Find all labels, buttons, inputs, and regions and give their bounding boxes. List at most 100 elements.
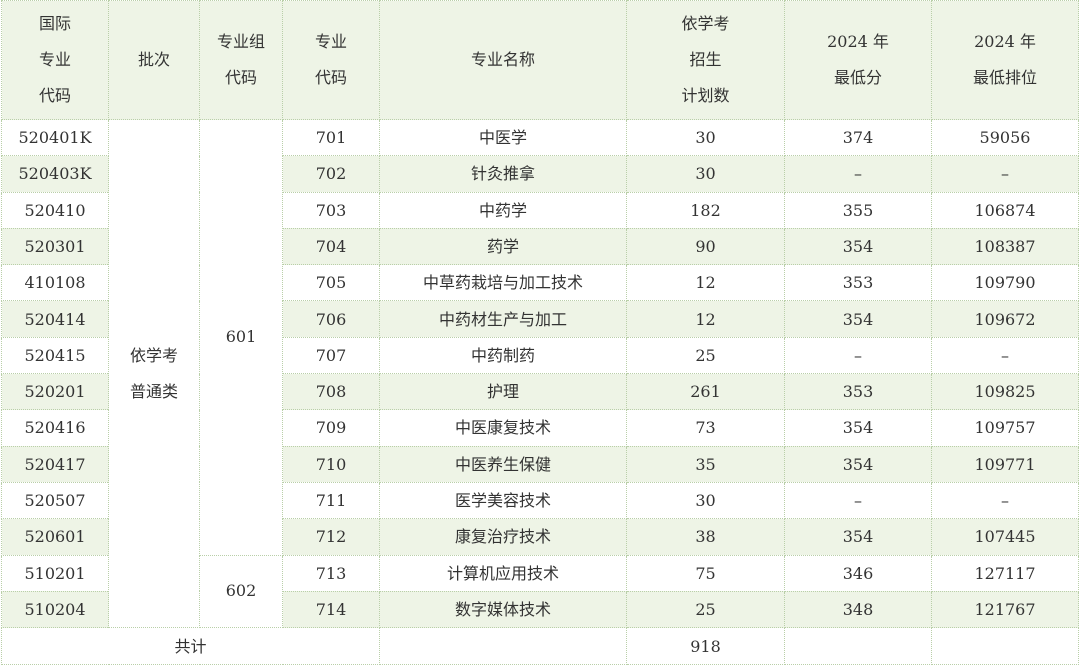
min-score-cell: 353 — [784, 373, 932, 411]
min-score-cell: 354 — [784, 518, 932, 556]
plan-count-cell: 12 — [626, 264, 785, 302]
min-rank-cell: 109825 — [931, 373, 1079, 411]
major-code-cell: 709 — [282, 409, 380, 447]
min-rank-cell: 109672 — [931, 300, 1079, 338]
total-score — [784, 627, 932, 666]
min-rank-cell: 127117 — [931, 554, 1079, 592]
major-name-cell: 数字媒体技术 — [379, 590, 627, 629]
min-rank-cell: 109771 — [931, 445, 1079, 483]
major-name-cell: 中医学 — [379, 118, 627, 157]
min-score-cell: – — [784, 155, 932, 193]
intl-code-cell: 520507 — [1, 481, 109, 520]
admission-plan-table: 国际 专业 代码 批次 专业组 代码 专业 代码 专业名称 依学考 招生 计划数… — [1, 0, 1079, 666]
plan-count-cell: 73 — [626, 409, 785, 447]
intl-code-cell: 520601 — [1, 518, 109, 556]
major-name-cell: 药学 — [379, 227, 627, 266]
plan-count-cell: 75 — [626, 554, 785, 592]
intl-code-cell: 510201 — [1, 554, 109, 592]
major-name-cell: 护理 — [379, 373, 627, 411]
major-name-cell: 计算机应用技术 — [379, 554, 627, 592]
major-name-cell: 中药材生产与加工 — [379, 300, 627, 338]
header-intl-code: 国际 专业 代码 — [1, 0, 109, 120]
major-code-cell: 711 — [282, 481, 380, 520]
intl-code-cell: 520414 — [1, 300, 109, 338]
header-group-code: 专业组 代码 — [199, 0, 283, 120]
header-min-rank: 2024 年 最低排位 — [931, 0, 1079, 120]
group-code-cell: 601 — [199, 119, 283, 556]
plan-count-cell: 25 — [626, 336, 785, 375]
min-score-cell: 354 — [784, 227, 932, 266]
min-score-cell: 354 — [784, 409, 932, 447]
major-code-cell: 713 — [282, 554, 380, 592]
table-header-row: 国际 专业 代码 批次 专业组 代码 专业 代码 专业名称 依学考 招生 计划数… — [1, 0, 1079, 120]
major-code-cell: 701 — [282, 118, 380, 157]
min-rank-cell: – — [931, 481, 1079, 520]
plan-count-cell: 261 — [626, 373, 785, 411]
total-plan: 918 — [626, 627, 785, 666]
intl-code-cell: 520301 — [1, 227, 109, 266]
header-min-score: 2024 年 最低分 — [784, 0, 932, 120]
major-name-cell: 中医康复技术 — [379, 409, 627, 447]
plan-count-cell: 35 — [626, 445, 785, 483]
min-rank-cell: 106874 — [931, 191, 1079, 229]
major-code-cell: 708 — [282, 373, 380, 411]
major-name-cell: 中药学 — [379, 191, 627, 229]
plan-count-cell: 30 — [626, 155, 785, 193]
intl-code-cell: 520410 — [1, 191, 109, 229]
min-rank-cell: – — [931, 155, 1079, 193]
plan-count-cell: 30 — [626, 481, 785, 520]
min-score-cell: – — [784, 481, 932, 520]
major-code-cell: 707 — [282, 336, 380, 375]
min-score-cell: – — [784, 336, 932, 375]
min-rank-cell: 109757 — [931, 409, 1079, 447]
min-rank-cell: 59056 — [931, 118, 1079, 157]
plan-count-cell: 12 — [626, 300, 785, 338]
min-score-cell: 348 — [784, 590, 932, 629]
intl-code-cell: 520401K — [1, 118, 109, 157]
plan-count-cell: 90 — [626, 227, 785, 266]
intl-code-cell: 410108 — [1, 264, 109, 302]
min-rank-cell: 121767 — [931, 590, 1079, 629]
group-code-cell: 602 — [199, 554, 283, 629]
major-code-cell: 712 — [282, 518, 380, 556]
table-row: 520401K 依学考 普通类 601 701 中医学 30 374 59056 — [1, 118, 1079, 629]
major-name-cell: 医学美容技术 — [379, 481, 627, 520]
total-empty-cell — [379, 627, 627, 666]
min-score-cell: 353 — [784, 264, 932, 302]
batch-cell: 依学考 普通类 — [108, 118, 200, 629]
major-name-cell: 中医养生保健 — [379, 445, 627, 483]
min-score-cell: 346 — [784, 554, 932, 592]
major-code-cell: 705 — [282, 264, 380, 302]
intl-code-cell: 520403K — [1, 155, 109, 193]
plan-count-cell: 30 — [626, 118, 785, 157]
major-name-cell: 康复治疗技术 — [379, 518, 627, 556]
total-row: 共计 918 — [1, 627, 1079, 666]
major-code-cell: 714 — [282, 590, 380, 629]
plan-count-cell: 182 — [626, 191, 785, 229]
intl-code-cell: 520416 — [1, 409, 109, 447]
min-rank-cell: 107445 — [931, 518, 1079, 556]
intl-code-cell: 520415 — [1, 336, 109, 375]
major-name-cell: 中药制药 — [379, 336, 627, 375]
header-major-name: 专业名称 — [379, 0, 627, 120]
plan-count-cell: 38 — [626, 518, 785, 556]
major-code-cell: 710 — [282, 445, 380, 483]
header-batch: 批次 — [108, 0, 200, 120]
major-name-cell: 针灸推拿 — [379, 155, 627, 193]
min-score-cell: 354 — [784, 445, 932, 483]
min-score-cell: 374 — [784, 118, 932, 157]
major-name-cell: 中草药栽培与加工技术 — [379, 264, 627, 302]
total-rank — [931, 627, 1079, 666]
total-label: 共计 — [1, 627, 380, 666]
min-rank-cell: 108387 — [931, 227, 1079, 266]
major-code-cell: 706 — [282, 300, 380, 338]
header-major-code: 专业 代码 — [282, 0, 380, 120]
major-code-cell: 702 — [282, 155, 380, 193]
intl-code-cell: 520201 — [1, 373, 109, 411]
major-code-cell: 704 — [282, 227, 380, 266]
table-body: 520401K 依学考 普通类 601 701 中医学 30 374 59056 520403K… — [1, 118, 1079, 629]
intl-code-cell: 510204 — [1, 590, 109, 629]
min-rank-cell: – — [931, 336, 1079, 375]
min-rank-cell: 109790 — [931, 264, 1079, 302]
intl-code-cell: 520417 — [1, 445, 109, 483]
